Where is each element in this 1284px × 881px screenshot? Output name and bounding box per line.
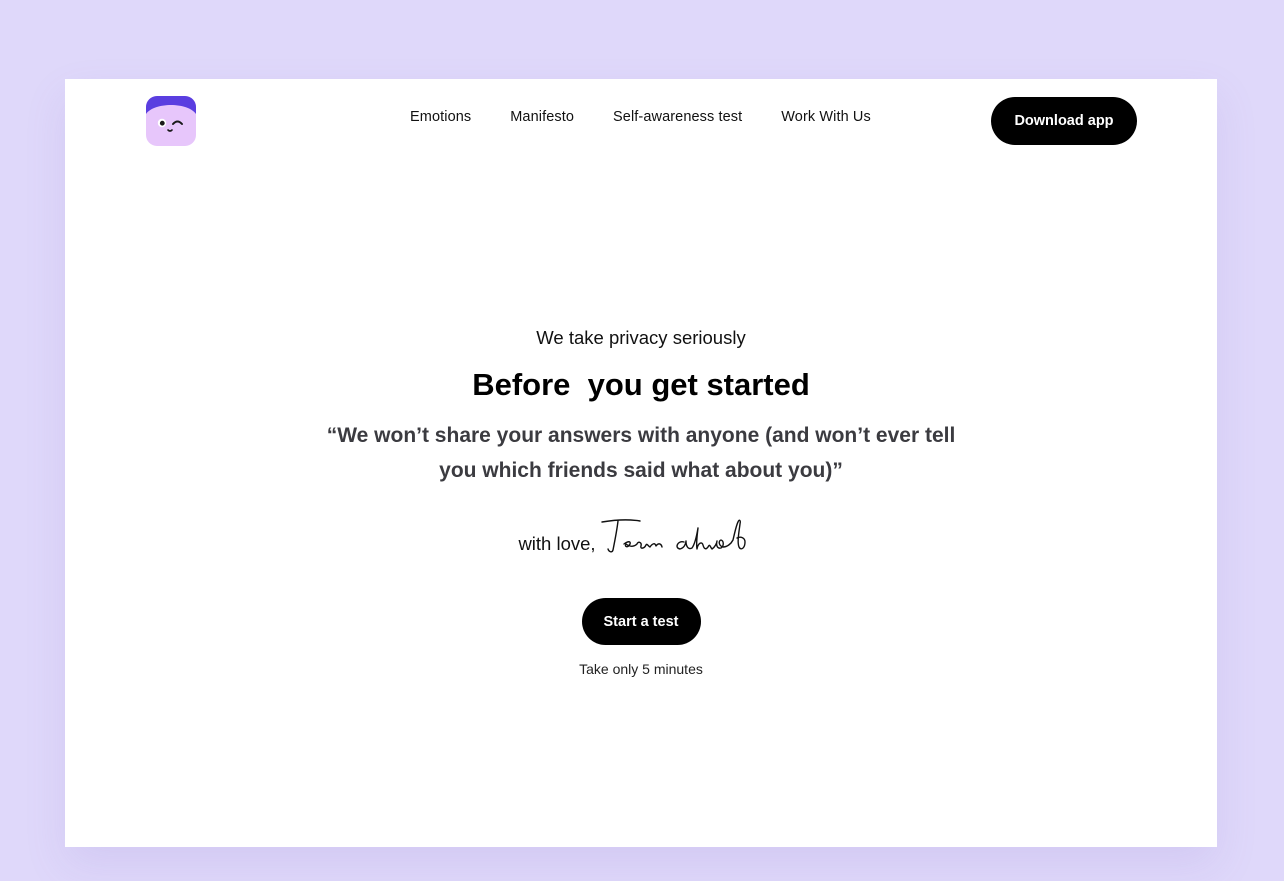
hero-eyebrow: We take privacy seriously <box>536 327 746 348</box>
signoff: with love, <box>65 514 1217 556</box>
handwritten-signature <box>600 514 764 556</box>
page-title: Before you get started <box>472 367 810 402</box>
nav-link-manifesto[interactable]: Manifesto <box>510 109 574 125</box>
app-logo-icon[interactable] <box>146 96 196 146</box>
hero-section: We take privacy seriously Before you get… <box>65 324 1217 677</box>
privacy-quote: “We won’t share your answers with anyone… <box>326 424 956 482</box>
main-nav: Emotions Manifesto Self-awareness test W… <box>410 109 871 125</box>
site-header: Emotions Manifesto Self-awareness test W… <box>65 79 1217 163</box>
nav-link-emotions[interactable]: Emotions <box>410 109 471 125</box>
duration-note: Take only 5 minutes <box>579 661 703 677</box>
download-app-button[interactable]: Download app <box>991 97 1137 145</box>
signoff-text: with love, <box>518 533 596 554</box>
nav-link-work-with-us[interactable]: Work With Us <box>781 109 871 125</box>
nav-link-self-awareness-test[interactable]: Self-awareness test <box>613 109 742 125</box>
start-test-button[interactable]: Start a test <box>581 598 701 645</box>
page-card: Emotions Manifesto Self-awareness test W… <box>65 79 1217 847</box>
